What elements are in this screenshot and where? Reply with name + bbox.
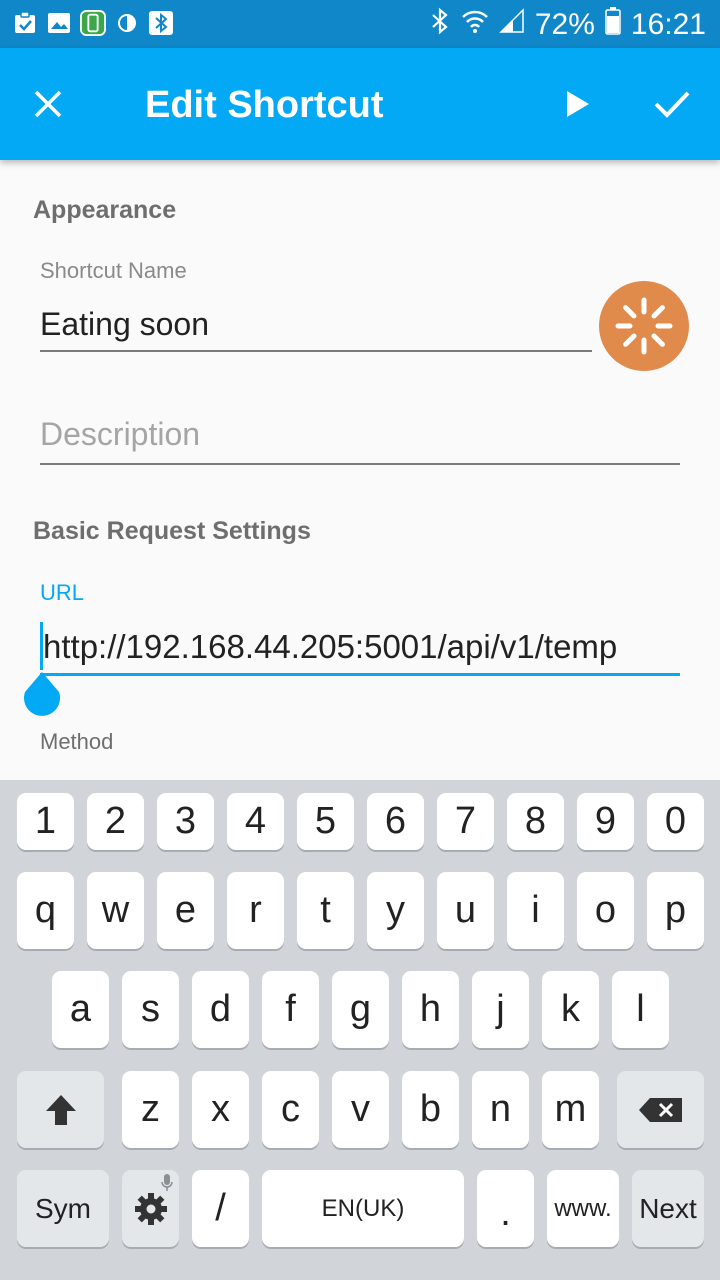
key-k[interactable]: k (542, 971, 599, 1048)
next-key[interactable]: Next (632, 1170, 704, 1247)
key-z[interactable]: z (122, 1071, 179, 1148)
contrast-icon (114, 10, 140, 36)
shortcut-name-label: Shortcut Name (40, 258, 187, 283)
key-o[interactable]: o (577, 872, 634, 949)
close-icon (34, 90, 62, 118)
www-key[interactable]: www. (547, 1170, 619, 1247)
key-0[interactable]: 0 (647, 793, 704, 850)
gallery-icon (46, 10, 72, 36)
description-field[interactable]: Description (40, 416, 680, 453)
basic-request-header: Basic Request Settings (33, 517, 311, 545)
test-run-button[interactable] (550, 76, 606, 132)
key-q[interactable]: q (17, 872, 74, 949)
gear-icon (134, 1192, 167, 1225)
app-bar: Edit Shortcut (0, 48, 720, 160)
key-d[interactable]: d (192, 971, 249, 1048)
cursor-handle[interactable] (22, 672, 62, 718)
key-b[interactable]: b (402, 1071, 459, 1148)
key-2[interactable]: 2 (87, 793, 144, 850)
backspace-icon (638, 1097, 682, 1122)
battery-icon (605, 7, 621, 43)
url-label: URL (40, 580, 85, 605)
shortcut-icon-button[interactable] (599, 281, 689, 371)
keyboard: 1 2 3 4 5 6 7 8 9 0 q w e r t y u i o p … (0, 780, 720, 1280)
key-3[interactable]: 3 (157, 793, 214, 850)
key-l[interactable]: l (612, 971, 669, 1048)
shortcut-name-underline (40, 350, 592, 352)
url-underline (40, 673, 680, 676)
device-app-icon (80, 10, 106, 36)
key-i[interactable]: i (507, 872, 564, 949)
slash-key[interactable]: / (192, 1170, 249, 1247)
settings-key[interactable] (122, 1170, 179, 1247)
method-label: Method (40, 729, 114, 754)
status-bar: 72% 16:21 (0, 0, 720, 48)
period-key[interactable]: . (477, 1170, 534, 1247)
space-key[interactable]: EN(UK) (262, 1170, 464, 1247)
key-8[interactable]: 8 (507, 793, 564, 850)
battery-percent: 72% (534, 8, 595, 41)
key-6[interactable]: 6 (367, 793, 424, 850)
key-f[interactable]: f (262, 971, 319, 1048)
shift-key[interactable] (17, 1071, 104, 1148)
clipboard-check-icon (12, 10, 38, 36)
key-u[interactable]: u (437, 872, 494, 949)
signal-icon (499, 8, 525, 42)
check-icon (654, 91, 690, 118)
backspace-key[interactable] (617, 1071, 704, 1148)
key-s[interactable]: s (122, 971, 179, 1048)
notification-icons (12, 10, 174, 36)
bluetooth-app-icon (148, 10, 174, 36)
key-t[interactable]: t (297, 872, 354, 949)
description-underline (40, 463, 680, 465)
key-j[interactable]: j (472, 971, 529, 1048)
key-y[interactable]: y (367, 872, 424, 949)
shift-arrow-icon (45, 1094, 76, 1125)
key-c[interactable]: c (262, 1071, 319, 1148)
shortcut-name-field[interactable]: Eating soon (40, 306, 590, 343)
key-9[interactable]: 9 (577, 793, 634, 850)
key-5[interactable]: 5 (297, 793, 354, 850)
page-title: Edit Shortcut (145, 84, 384, 126)
key-1[interactable]: 1 (17, 793, 74, 850)
key-h[interactable]: h (402, 971, 459, 1048)
key-a[interactable]: a (52, 971, 109, 1048)
loading-spinner-icon (615, 297, 673, 355)
key-g[interactable]: g (332, 971, 389, 1048)
save-button[interactable] (644, 76, 700, 132)
key-p[interactable]: p (647, 872, 704, 949)
key-r[interactable]: r (227, 872, 284, 949)
close-button[interactable] (20, 76, 76, 132)
key-e[interactable]: e (157, 872, 214, 949)
key-m[interactable]: m (542, 1071, 599, 1148)
clock: 16:21 (630, 8, 706, 41)
appearance-header: Appearance (33, 196, 177, 224)
sym-key[interactable]: Sym (17, 1170, 109, 1247)
key-v[interactable]: v (332, 1071, 389, 1148)
key-4[interactable]: 4 (227, 793, 284, 850)
key-w[interactable]: w (87, 872, 144, 949)
play-icon (567, 91, 589, 117)
url-field[interactable]: http://192.168.44.205:5001/api/v1/temp (43, 628, 680, 666)
bluetooth-icon (429, 6, 451, 44)
microphone-icon (161, 1174, 173, 1191)
key-n[interactable]: n (472, 1071, 529, 1148)
key-x[interactable]: x (192, 1071, 249, 1148)
key-7[interactable]: 7 (437, 793, 494, 850)
system-status: 72% 16:21 (429, 6, 706, 44)
wifi-icon (461, 7, 489, 43)
